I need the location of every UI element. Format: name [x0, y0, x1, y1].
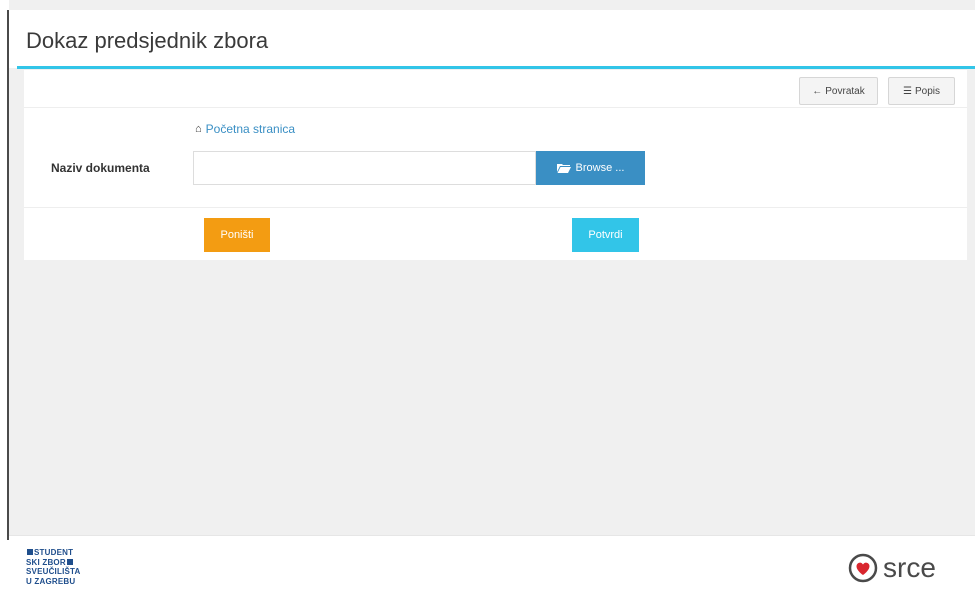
- breadcrumb: ⌂ Početna stranica: [195, 122, 295, 136]
- document-file-input[interactable]: [193, 151, 536, 185]
- title-underline: [17, 66, 975, 69]
- browse-button-label: Browse ...: [575, 162, 625, 174]
- student-council-logo: STUDENT SKI ZBOR SVEUČILIŠTA U ZAGREBU: [26, 548, 81, 586]
- srce-heart-icon: [848, 553, 878, 583]
- srce-logo-text: srce: [883, 552, 936, 583]
- toolbar: ← Povratak ☰ Popis: [24, 70, 967, 108]
- back-button-label: Povratak: [825, 85, 865, 97]
- confirm-button[interactable]: Potvrdi: [572, 218, 639, 252]
- folder-open-icon: [556, 164, 571, 173]
- list-button[interactable]: ☰ Popis: [888, 77, 955, 105]
- browse-button[interactable]: Browse ...: [536, 151, 645, 185]
- srce-logo: srce: [847, 552, 936, 584]
- arrow-left-icon: ←: [812, 85, 823, 97]
- document-name-label: Naziv dokumenta: [51, 161, 150, 175]
- cancel-button[interactable]: Poništi: [204, 218, 270, 252]
- page-title: Dokaz predsjednik zbora: [26, 28, 269, 53]
- breadcrumb-home-link[interactable]: Početna stranica: [206, 122, 295, 136]
- form-area: ⌂ Početna stranica Naziv dokumenta Brows…: [24, 108, 967, 260]
- form-divider: [24, 207, 967, 208]
- left-edge-line: [7, 10, 9, 540]
- back-button[interactable]: ← Povratak: [799, 77, 878, 105]
- page-header: Dokaz predsjednik zbora: [9, 10, 975, 68]
- list-button-label: Popis: [914, 85, 940, 97]
- list-icon: ☰: [903, 85, 912, 97]
- footer: STUDENT SKI ZBOR SVEUČILIŠTA U ZAGREBU s…: [9, 535, 975, 605]
- home-icon: ⌂: [195, 123, 202, 135]
